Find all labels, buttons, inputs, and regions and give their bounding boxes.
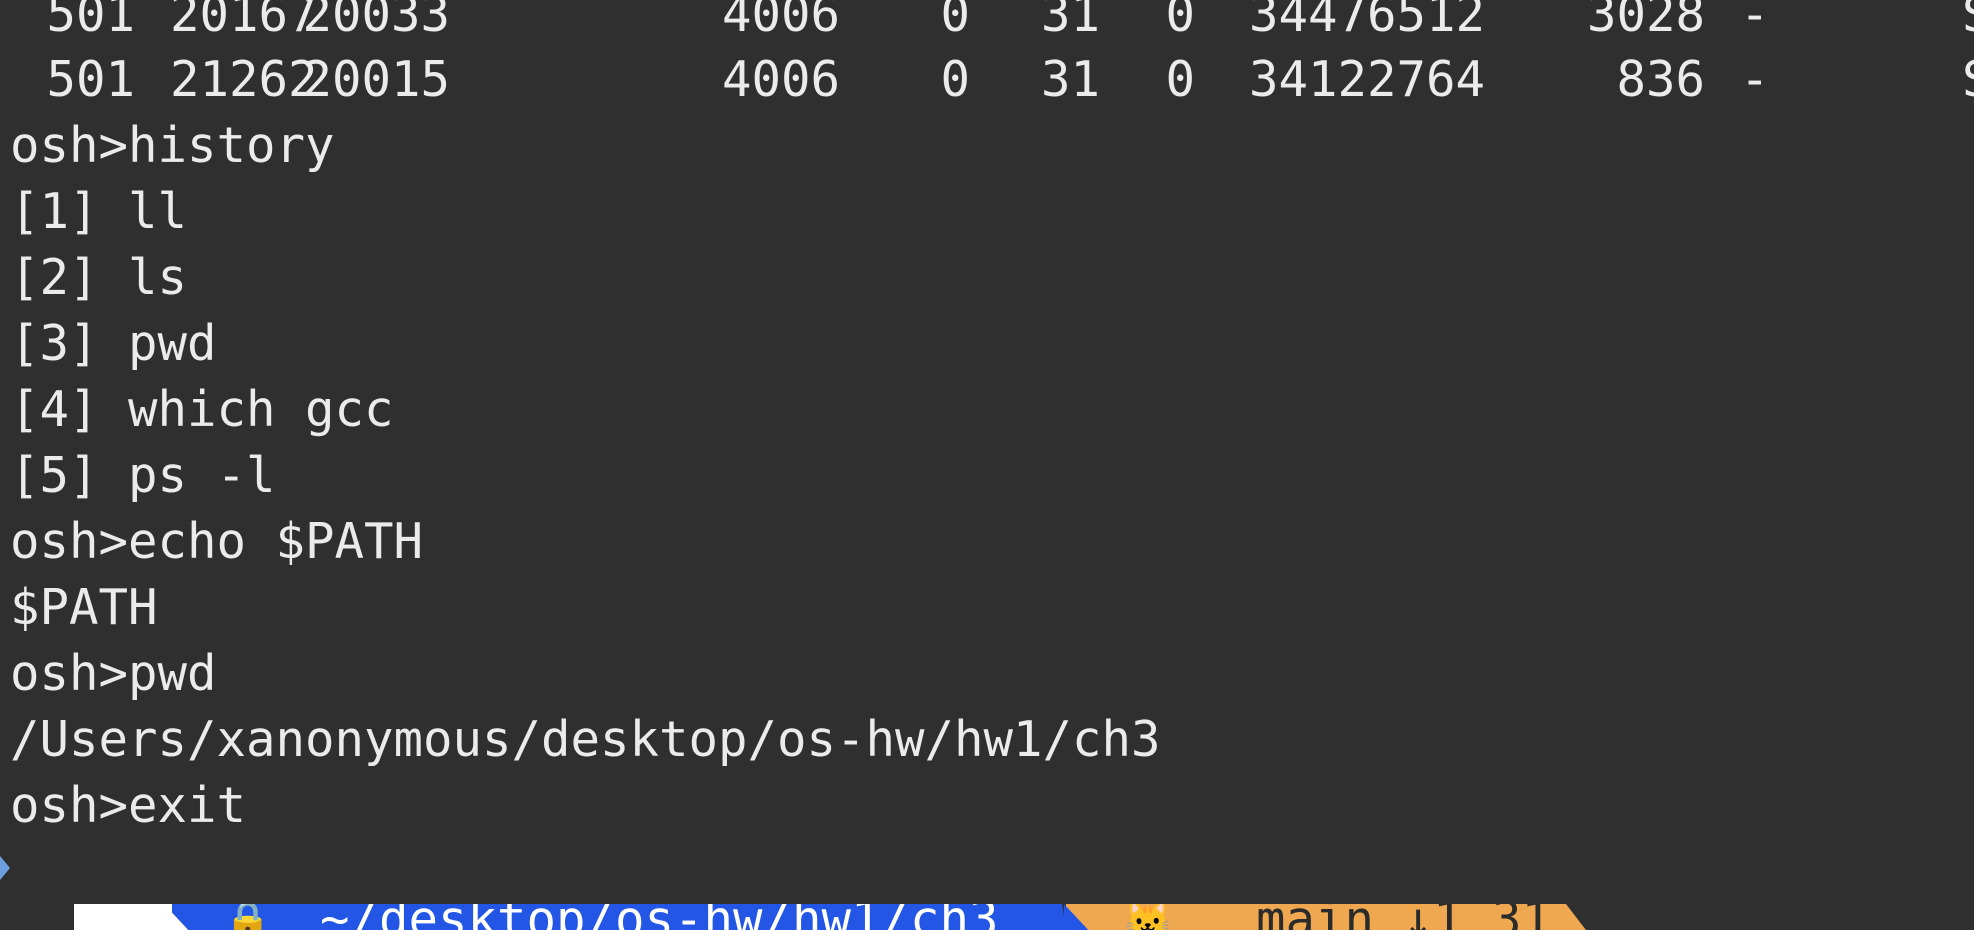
ps-ni: 0 [1165, 0, 1195, 43]
prompt-caret-icon [0, 856, 10, 880]
ps-uid: 501 [46, 0, 135, 43]
ps-flags: 4006 [721, 0, 840, 43]
ps-rss: 836 [1616, 51, 1705, 108]
output-line: /Users/xanonymous/desktop/os-hw/hw1/ch3 [10, 711, 1161, 768]
ps-cpu: 0 [940, 0, 970, 43]
ps-vsz: 34122764 [1248, 51, 1485, 108]
ps-pri: 31 [1040, 0, 1100, 43]
current-directory: ~/desktop/os-hw/hw1/ch3 [320, 891, 999, 930]
history-entry: [1] ll [10, 183, 188, 240]
ps-ppid: 20015 [302, 51, 450, 108]
git-segment: 🐱 main ↓1 31 [1066, 904, 1612, 930]
lock-icon: 🔒 [224, 898, 272, 930]
prompt-line: osh>pwd [10, 645, 217, 702]
history-entry: [2] ls [10, 249, 188, 306]
ps-cpu: 0 [940, 51, 970, 108]
ps-stat: S [1962, 47, 1974, 113]
ps-rss: 3028 [1586, 0, 1705, 43]
ps-wchan: - [1740, 51, 1770, 108]
ps-wchan: - [1740, 0, 1770, 43]
ps-uid: 501 [46, 51, 135, 108]
ps-output-row: 501 21262 20015 4006 0 31 0 34122764 836… [0, 47, 1974, 113]
ps-vsz: 34476512 [1248, 0, 1485, 43]
ps-ni: 0 [1165, 51, 1195, 108]
prompt-line: osh>history [10, 117, 335, 174]
powerline-prompt: 🔒 ~/desktop/os-hw/hw1/ch3 🐱 main ↓1 31 [0, 904, 1974, 930]
ps-pri: 31 [1040, 51, 1100, 108]
ps-flags: 4006 [721, 51, 840, 108]
directory-segment: 🔒 ~/desktop/os-hw/hw1/ch3 [172, 904, 1072, 930]
terminal-window[interactable]: 501 20167 20033 4006 0 31 0 34476512 302… [0, 0, 1974, 930]
ps-stat: S [1962, 0, 1974, 48]
segment-separator-icon [164, 904, 192, 930]
github-icon: 🐱 [1124, 898, 1172, 930]
ps-output-row: 501 20167 20033 4006 0 31 0 34476512 302… [0, 0, 1974, 48]
ps-ppid: 20033 [302, 0, 450, 43]
segment-separator-icon [1064, 904, 1092, 930]
git-branch-status: main ↓1 31 [1256, 891, 1552, 930]
ps-pid: 21262 [170, 51, 318, 108]
ps-pid: 20167 [170, 0, 318, 43]
prompt-line: osh>exit [10, 777, 247, 834]
output-line: $PATH [10, 579, 158, 636]
prompt-line: osh>echo $PATH [10, 513, 424, 570]
history-entry: [3] pwd [10, 315, 217, 372]
history-entry: [5] ps -l [10, 447, 276, 504]
history-entry: [4] which gcc [10, 381, 394, 438]
